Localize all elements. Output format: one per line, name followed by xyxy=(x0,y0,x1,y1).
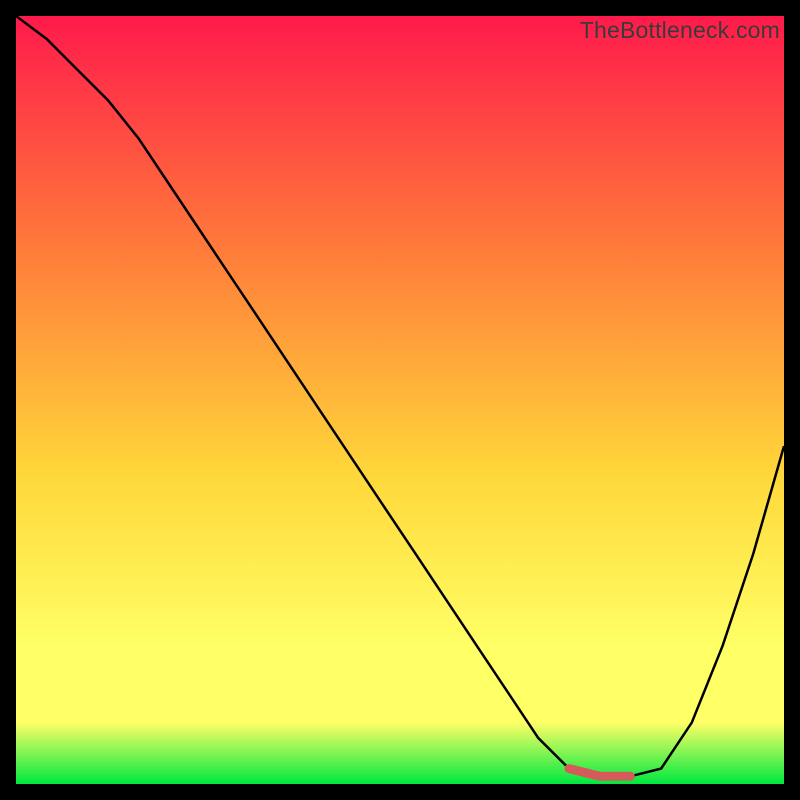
chart-frame: TheBottleneck.com xyxy=(16,16,784,784)
watermark-text: TheBottleneck.com xyxy=(580,17,780,44)
bottleneck-plot xyxy=(16,16,784,784)
